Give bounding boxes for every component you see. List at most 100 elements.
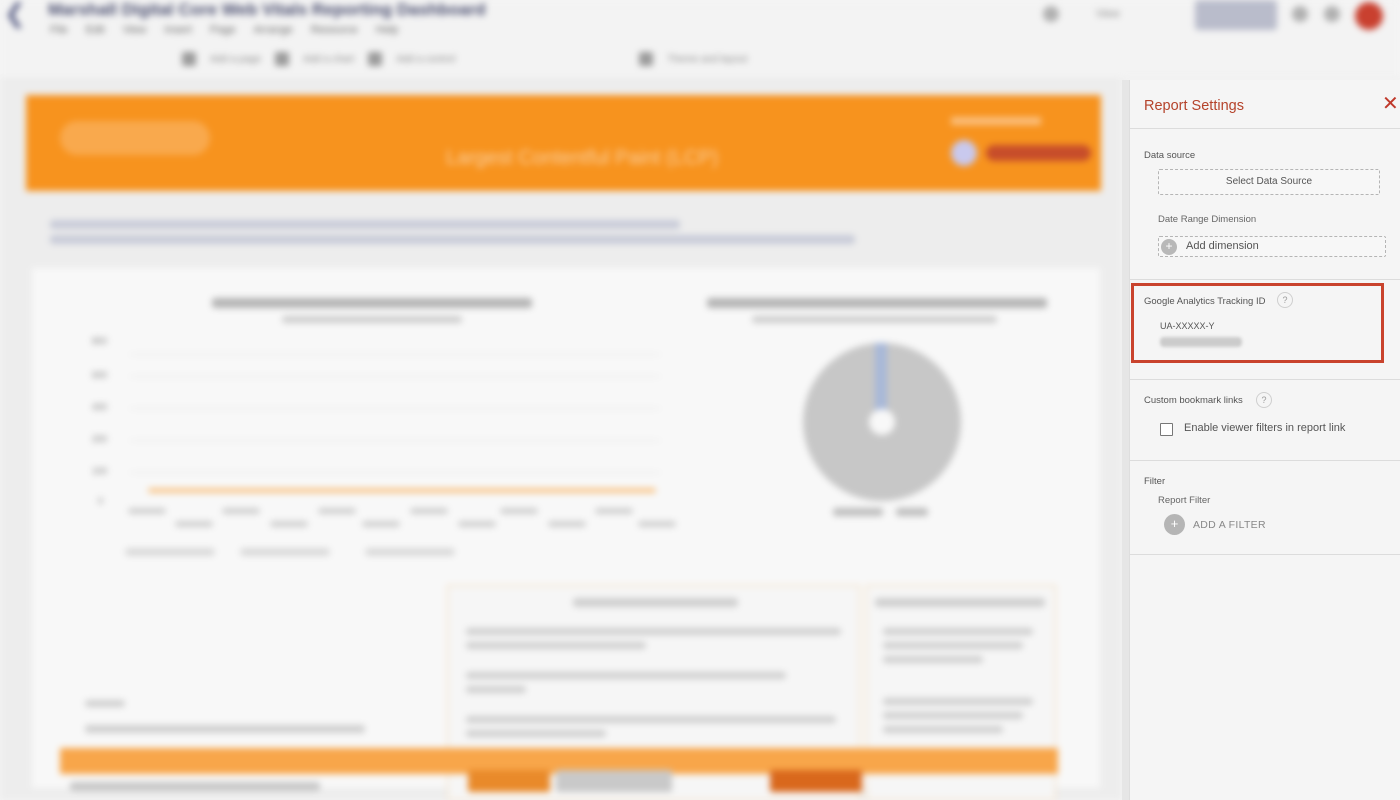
report-banner: Largest Contentful Paint (LCP) [26,95,1101,191]
toolbar-add-chart[interactable]: Add a chart [303,54,354,65]
menu-view[interactable]: View [123,24,147,36]
donut-chart-subtitle [752,316,997,323]
editor-toolbar: Add a page Add a chart Add a control The… [12,52,747,66]
x-axis-tick [222,508,260,514]
x-axis-tick [458,521,496,527]
footer-button[interactable] [770,770,862,792]
line-chart-title [212,298,532,308]
y-axis-tick: 400 [92,402,108,412]
x-axis-tick [128,508,166,514]
menu-bar: File Edit View Insert Page Arrange Resou… [50,24,398,36]
description-text [50,220,680,229]
x-axis-tick [548,521,586,527]
panel-resize-handle[interactable] [1122,80,1129,800]
avatar[interactable] [1355,2,1383,30]
line-chart-subtitle [282,316,462,323]
chart-icon[interactable] [275,52,290,66]
side-panel-text [883,656,983,663]
y-axis-tick: 0 [98,496,104,506]
share-button[interactable] [1195,0,1277,30]
section-divider [1130,554,1400,555]
filter-control-label [85,700,125,707]
info-panel-text [466,628,841,635]
undo-icon[interactable] [182,52,196,66]
section-divider [1130,460,1400,461]
enable-viewer-filters-checkbox[interactable] [1160,423,1173,436]
donut-legend [833,508,883,516]
info-panel-text [466,672,786,679]
menu-arrange[interactable]: Arrange [254,24,293,36]
custom-bookmark-links-label: Custom bookmark links [1144,395,1243,406]
toolbar-add-control[interactable]: Add a control [396,54,455,65]
info-panel-text [466,686,526,693]
add-dimension-button[interactable]: + Add dimension [1158,236,1386,257]
apps-icon[interactable] [1324,6,1340,22]
side-panel-text [883,642,1023,649]
report-canvas: Largest Contentful Paint (LCP) 800 600 4… [0,80,1122,800]
grid-line [130,408,660,409]
add-icon: + [1161,239,1177,255]
section-divider [1130,379,1400,380]
settings-icon[interactable] [1292,6,1308,22]
footer-button[interactable] [468,770,550,792]
menu-edit[interactable]: Edit [86,24,105,36]
banner-icon [951,140,977,166]
select-data-source-button[interactable]: Select Data Source [1158,169,1380,195]
toolbar-add-page[interactable]: Add a page [210,54,261,65]
add-icon: + [1164,514,1185,535]
add-dimension-label: Add dimension [1186,240,1259,252]
image-icon[interactable] [639,52,654,66]
menu-file[interactable]: File [50,24,68,36]
banner-title: Largest Contentful Paint (LCP) [446,147,719,169]
menu-resource[interactable]: Resource [311,24,358,36]
ga-tracking-id-input[interactable]: UA-XXXXX-Y [1160,321,1215,331]
report-settings-panel: Report Settings ✕ Data source Select Dat… [1129,80,1400,800]
side-panel-text [883,726,1003,733]
data-source-label: Data source [1144,150,1196,161]
filter-label: Filter [1144,476,1166,487]
x-axis-tick [175,521,213,527]
donut-slice [875,343,887,413]
donut-chart [803,343,961,501]
menu-help[interactable]: Help [376,24,399,36]
y-axis-tick: 600 [92,370,108,380]
report-title[interactable]: Marshall Digital Core Web Vitals Reporti… [48,0,486,20]
help-icon[interactable]: ? [1277,292,1293,308]
settings-title: Report Settings [1144,98,1244,114]
side-panel-text [883,698,1033,705]
side-panel-text [883,712,1023,719]
close-icon[interactable]: ✕ [1382,94,1399,114]
legend-item [125,548,215,556]
view-button[interactable]: View [1096,8,1120,20]
banner-link[interactable] [986,145,1091,161]
side-panel-text [883,628,1033,635]
toolbar-theme[interactable]: Theme and layout [667,54,747,65]
menu-page[interactable]: Page [210,24,236,36]
x-axis-tick [500,508,538,514]
donut-chart-title [707,298,1047,308]
x-axis-tick [410,508,448,514]
grid-line [130,472,660,473]
settings-header: Report Settings ✕ [1130,80,1400,129]
help-icon[interactable]: ? [1256,392,1272,408]
menu-insert[interactable]: Insert [164,24,192,36]
footer-button[interactable] [556,770,672,792]
report-filter-label: Report Filter [1158,495,1211,506]
filter-control[interactable] [85,725,365,733]
control-icon[interactable] [368,52,383,66]
x-axis-tick [595,508,633,514]
enable-viewer-filters-label[interactable]: Enable viewer filters in report link [1184,422,1345,434]
info-panel-text [466,642,646,649]
date-range-dimension-label: Date Range Dimension [1158,214,1257,225]
editor-topbar: ❮ Marshall Digital Core Web Vitals Repor… [0,0,1400,80]
y-axis-tick: 100 [92,466,108,476]
help-icon[interactable] [1043,6,1059,22]
info-panel-text [466,716,836,723]
add-filter-label: ADD A FILTER [1193,519,1266,531]
lcp-trend-line [148,488,656,493]
legend-item [365,548,455,556]
back-arrow-icon[interactable]: ❮ [4,0,38,26]
x-axis-tick [362,521,400,527]
grid-line [130,376,660,377]
y-axis-tick: 800 [92,336,108,346]
